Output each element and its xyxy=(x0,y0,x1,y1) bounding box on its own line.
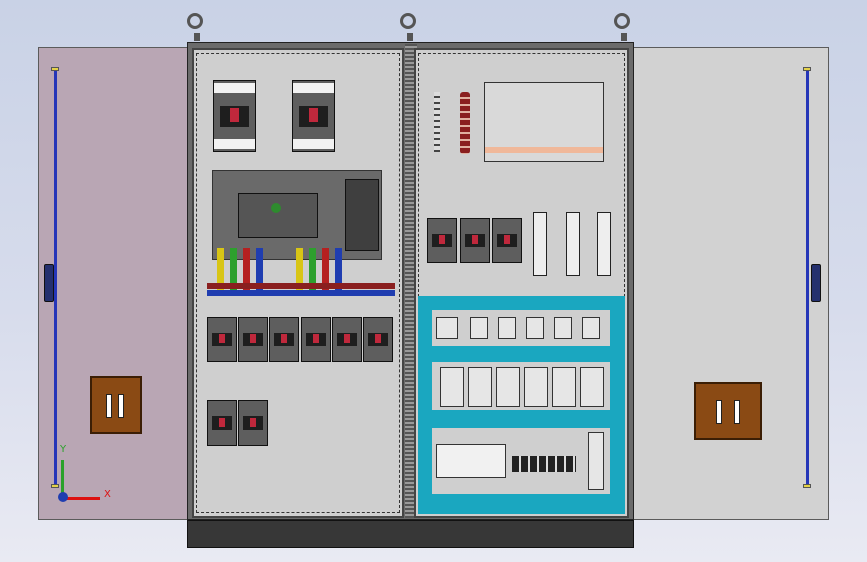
relay-module[interactable] xyxy=(498,317,516,339)
right-hinge-cap-top xyxy=(803,67,811,71)
lifting-eye-stem xyxy=(407,33,413,41)
auxiliary-breaker-2[interactable] xyxy=(238,400,268,446)
lifting-eye-left-icon xyxy=(187,13,203,29)
power-supply[interactable] xyxy=(588,432,604,490)
cabinet-plinth xyxy=(187,520,634,548)
right-hinge-cap-bottom xyxy=(803,484,811,488)
busbar-blue xyxy=(207,290,395,296)
ground-bar xyxy=(460,92,470,154)
terminal-strip xyxy=(434,92,440,152)
transfer-switch[interactable] xyxy=(212,170,382,260)
branch-breaker[interactable] xyxy=(238,317,268,362)
relay-module[interactable] xyxy=(436,317,458,339)
control-breaker-1[interactable] xyxy=(427,218,457,263)
left-hinge-cap-top xyxy=(51,67,59,71)
left-door-lock[interactable] xyxy=(90,376,142,434)
fuse-holder-2[interactable] xyxy=(566,212,580,276)
right-door-hinge-rod xyxy=(806,70,809,485)
relay-module[interactable] xyxy=(470,317,488,339)
z-axis-icon xyxy=(58,492,68,502)
relay-module[interactable] xyxy=(554,317,572,339)
control-breaker-2[interactable] xyxy=(460,218,490,263)
io-module[interactable] xyxy=(580,367,604,407)
fuse-holder-3[interactable] xyxy=(597,212,611,276)
x-axis-label: X xyxy=(104,489,111,500)
transfer-switch-controller[interactable] xyxy=(345,179,379,251)
branch-breaker[interactable] xyxy=(332,317,362,362)
y-axis-label: Y xyxy=(60,444,67,455)
branch-breaker[interactable] xyxy=(207,317,237,362)
fuse-holder-1[interactable] xyxy=(533,212,547,276)
auxiliary-breaker-1[interactable] xyxy=(207,400,237,446)
plc-controller[interactable] xyxy=(436,444,506,478)
branch-breaker[interactable] xyxy=(269,317,299,362)
io-module[interactable] xyxy=(496,367,520,407)
relay-module[interactable] xyxy=(526,317,544,339)
transformer-base xyxy=(485,147,603,153)
left-hinge-cap-bottom xyxy=(51,484,59,488)
io-module[interactable] xyxy=(524,367,548,407)
left-door-latch[interactable] xyxy=(44,264,54,302)
transfer-switch-indicator-icon xyxy=(271,203,281,213)
busbar-red xyxy=(207,283,395,289)
lifting-eye-center-icon xyxy=(400,13,416,29)
plc-terminal-block xyxy=(512,456,576,472)
branch-breaker[interactable] xyxy=(363,317,393,362)
right-door xyxy=(630,47,829,520)
control-breaker-3[interactable] xyxy=(492,218,522,263)
io-module[interactable] xyxy=(468,367,492,407)
left-door-hinge-rod xyxy=(54,70,57,485)
transfer-switch-face xyxy=(238,193,318,238)
relay-module[interactable] xyxy=(582,317,600,339)
right-door-lock[interactable] xyxy=(694,382,762,440)
transformer xyxy=(484,82,604,162)
lifting-eye-stem xyxy=(621,33,627,41)
io-module[interactable] xyxy=(440,367,464,407)
right-door-latch[interactable] xyxy=(811,264,821,302)
io-module[interactable] xyxy=(552,367,576,407)
branch-breaker[interactable] xyxy=(301,317,331,362)
main-breaker-2[interactable] xyxy=(292,80,335,152)
main-breaker-1[interactable] xyxy=(213,80,256,152)
lifting-eye-right-icon xyxy=(614,13,630,29)
lifting-eye-stem xyxy=(194,33,200,41)
